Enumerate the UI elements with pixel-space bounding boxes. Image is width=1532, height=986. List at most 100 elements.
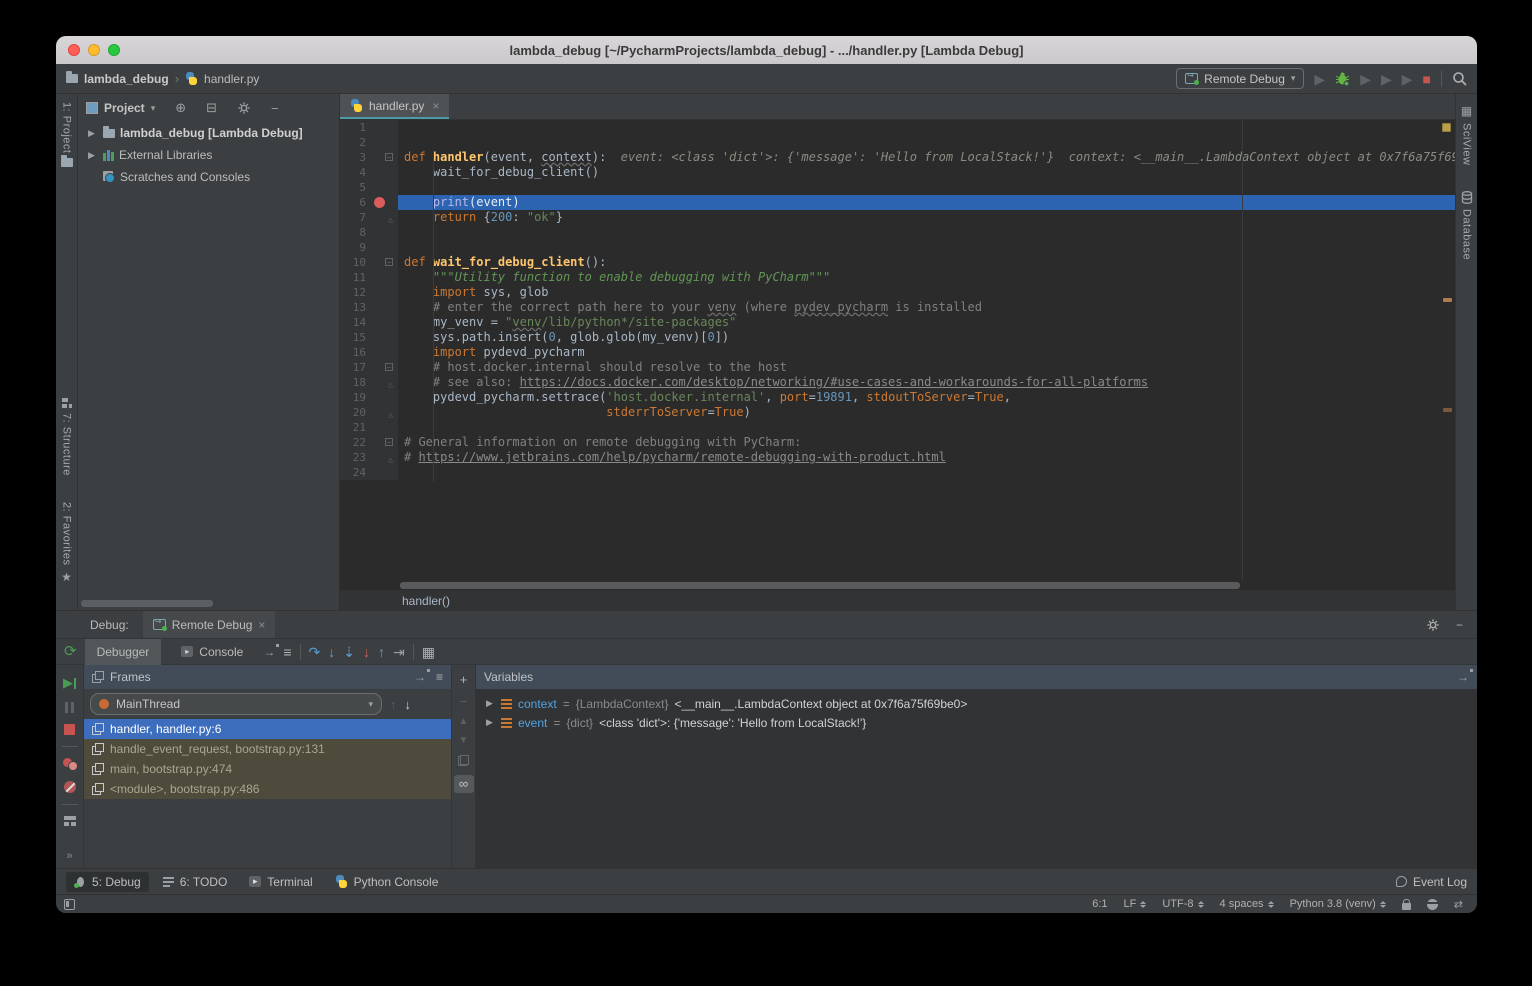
editor-gutter[interactable]: 17− — [340, 360, 398, 375]
hamburger-icon[interactable]: ≡ — [436, 670, 443, 684]
run-button[interactable]: ▶ — [1314, 72, 1325, 86]
editor-gutter[interactable]: 6 — [340, 195, 398, 210]
remove-watch-button[interactable]: − — [460, 695, 468, 708]
code-line[interactable]: 11 """Utility function to enable debuggi… — [340, 270, 1455, 285]
fold-marker-icon[interactable]: − — [385, 363, 393, 371]
profile-button[interactable]: ▶ — [1360, 72, 1371, 86]
highlighting-level-icon[interactable] — [1427, 899, 1438, 910]
code-line[interactable]: 4 wait_for_debug_client() — [340, 165, 1455, 180]
mute-breakpoints-button[interactable] — [64, 781, 76, 793]
interpreter-select[interactable]: Python 3.8 (venv) — [1290, 898, 1386, 910]
next-frame-button[interactable]: ↓ — [405, 697, 412, 712]
gutter-marker-area[interactable] — [366, 315, 396, 330]
gear-icon[interactable] — [237, 101, 251, 115]
thread-select[interactable]: MainThread ▾ — [90, 693, 382, 715]
gutter-marker-area[interactable] — [366, 120, 396, 135]
chevron-down-icon[interactable]: ▾ — [151, 103, 156, 114]
zoom-window-button[interactable] — [108, 44, 120, 56]
duplicate-watch-button[interactable] — [458, 755, 469, 766]
close-icon[interactable]: × — [258, 618, 265, 632]
editor-gutter[interactable]: 3− — [340, 150, 398, 165]
close-icon[interactable]: × — [432, 99, 439, 113]
code-line[interactable]: 21 — [340, 420, 1455, 435]
code-line[interactable]: 22−# General information on remote debug… — [340, 435, 1455, 450]
breadcrumb-project[interactable]: lambda_debug — [84, 72, 169, 86]
gutter-marker-area[interactable] — [366, 420, 396, 435]
code-line[interactable]: 12 import sys, glob — [340, 285, 1455, 300]
frame-row[interactable]: main, bootstrap.py:474 — [84, 759, 451, 779]
code-line[interactable]: 1 — [340, 120, 1455, 135]
editor-horizontal-scrollbar[interactable] — [340, 581, 1455, 590]
hide-tool-window-button[interactable]: − — [1456, 618, 1463, 632]
code-line[interactable]: 2 — [340, 135, 1455, 150]
expand-icon[interactable]: ▶ — [486, 698, 495, 709]
gutter-marker-area[interactable] — [366, 390, 396, 405]
editor-gutter[interactable]: 21 — [340, 420, 398, 435]
readonly-lock-icon[interactable] — [1402, 903, 1411, 910]
fold-marker-icon[interactable]: − — [385, 153, 393, 161]
run-with-coverage-button[interactable]: ▶ — [1402, 72, 1413, 86]
line-ending-select[interactable]: LF — [1124, 898, 1147, 910]
gutter-marker-area[interactable] — [366, 345, 396, 360]
debug-button[interactable] — [1335, 71, 1350, 86]
toolwindow-button-terminal[interactable]: ▸ Terminal — [241, 872, 320, 892]
editor-code[interactable]: 123−def handler(event, context): event: … — [340, 120, 1455, 480]
step-over-button[interactable]: ↷ — [309, 645, 321, 659]
editor-gutter[interactable]: 5 — [340, 180, 398, 195]
error-stripe-mark[interactable] — [1442, 123, 1451, 132]
editor-gutter[interactable]: 8 — [340, 225, 398, 240]
focus-icon[interactable]: → — [1457, 670, 1469, 684]
evaluate-in-variables-toggle[interactable]: ∞ — [454, 775, 474, 793]
encoding-select[interactable]: UTF-8 — [1162, 898, 1203, 910]
gutter-marker-area[interactable] — [366, 240, 396, 255]
step-into-my-code-button[interactable]: ⇣ — [343, 645, 355, 659]
editor-gutter[interactable]: 1 — [340, 120, 398, 135]
editor-gutter[interactable]: 11 — [340, 270, 398, 285]
focus-icon[interactable]: → — [414, 670, 426, 684]
minimize-window-button[interactable] — [88, 44, 100, 56]
view-breakpoints-button[interactable] — [63, 758, 77, 770]
sidebar-item-structure[interactable]: 7: Structure — [61, 398, 73, 476]
frame-row[interactable]: <module>, bootstrap.py:486 — [84, 779, 451, 799]
sidebar-item-sciview[interactable]: ▦ SciView — [1461, 104, 1473, 165]
code-line[interactable]: 9 — [340, 240, 1455, 255]
code-line[interactable]: 17− # host.docker.internal should resolv… — [340, 360, 1455, 375]
error-stripe-mark[interactable] — [1443, 298, 1452, 302]
focus-on-output-icon[interactable]: → — [263, 645, 275, 659]
collapse-all-button[interactable]: ⊟ — [206, 100, 217, 116]
toolwindow-button-debug[interactable]: 5: Debug — [66, 872, 149, 892]
sidebar-item-database[interactable]: Database — [1461, 191, 1473, 260]
event-log-button[interactable]: Event Log — [1396, 875, 1467, 889]
fold-marker-icon[interactable]: − — [385, 438, 393, 446]
gear-icon[interactable] — [1426, 618, 1440, 632]
gutter-marker-area[interactable]: △ — [366, 405, 396, 420]
run-configuration-select[interactable]: Remote Debug ▾ — [1176, 68, 1304, 89]
breakpoint-icon[interactable] — [374, 197, 385, 208]
gutter-marker-area[interactable]: − — [366, 150, 396, 165]
code-line[interactable]: 24 — [340, 465, 1455, 480]
stop-button[interactable]: ■ — [1423, 72, 1431, 86]
expand-icon[interactable]: ▶ — [486, 717, 495, 728]
rerun-button[interactable]: ⟳ — [64, 644, 77, 659]
stop-button[interactable] — [64, 724, 75, 735]
code-line[interactable]: 13 # enter the correct path here to your… — [340, 300, 1455, 315]
editor-gutter[interactable]: 15 — [340, 330, 398, 345]
layout-options-button[interactable]: ≡ — [283, 645, 291, 659]
indent-select[interactable]: 4 spaces — [1220, 898, 1274, 910]
move-watch-up-button[interactable]: ▲ — [459, 717, 469, 727]
fold-marker-icon[interactable]: − — [385, 258, 393, 266]
restore-layout-button[interactable] — [64, 816, 76, 826]
sidebar-item-project[interactable]: 1: Project — [61, 102, 73, 167]
gutter-marker-area[interactable] — [366, 465, 396, 480]
code-line[interactable]: 15 sys.path.insert(0, glob.glob(my_venv)… — [340, 330, 1455, 345]
editor-gutter[interactable]: 18△ — [340, 375, 398, 390]
force-step-into-button[interactable]: ↓ — [363, 645, 370, 659]
editor-gutter[interactable]: 2 — [340, 135, 398, 150]
editor-gutter[interactable]: 10− — [340, 255, 398, 270]
code-line[interactable]: 20△ stderrToServer=True) — [340, 405, 1455, 420]
frame-row[interactable]: handler, handler.py:6 — [84, 719, 451, 739]
editor-gutter[interactable]: 9 — [340, 240, 398, 255]
editor-gutter[interactable]: 19 — [340, 390, 398, 405]
editor-gutter[interactable]: 4 — [340, 165, 398, 180]
editor-gutter[interactable]: 14 — [340, 315, 398, 330]
